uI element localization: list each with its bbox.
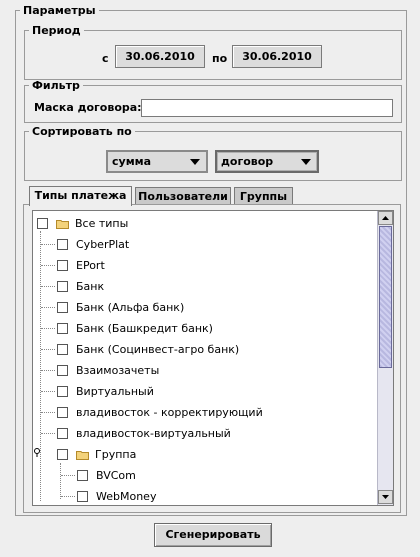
tree-connector (41, 265, 55, 266)
tree-item-label: BVCom (96, 469, 136, 482)
tree-connector (41, 244, 55, 245)
tree-scrollbar[interactable] (377, 211, 393, 505)
tree-child-item[interactable]: BVCom (77, 465, 136, 486)
tab-payment-types[interactable]: Типы платежа (29, 186, 132, 206)
checkbox-icon[interactable] (57, 386, 68, 397)
tree-item[interactable]: CyberPlat (57, 234, 129, 255)
checkbox-icon[interactable] (57, 302, 68, 313)
tree-connector (41, 412, 55, 413)
contract-mask-input[interactable] (141, 99, 393, 117)
tree-item[interactable]: Банк (Башкредит банк) (57, 318, 213, 339)
tree-connector (41, 286, 55, 287)
checkbox-icon[interactable] (57, 344, 68, 355)
checkbox-icon[interactable] (57, 365, 68, 376)
tree-item-label: Банк (Социнвест-агро банк) (76, 343, 240, 356)
sort-second-select[interactable]: договор (215, 150, 319, 173)
sort-first-select[interactable]: сумма (106, 150, 208, 173)
tree-connector (61, 496, 75, 497)
tree-root-label: Все типы (75, 217, 129, 230)
to-label: по (212, 52, 228, 65)
tree-item-label: Банк (Альфа банк) (76, 301, 185, 314)
sort-legend: Сортировать по (32, 125, 132, 138)
chevron-down-icon (190, 159, 200, 165)
tree-item[interactable]: Банк (57, 276, 104, 297)
tree-item[interactable]: Банк (Альфа банк) (57, 297, 184, 318)
sort-second-value: договор (221, 155, 274, 168)
tree-child-item[interactable]: WebMoney (77, 486, 157, 505)
tree-item-label: Взаимозачеты (76, 364, 160, 377)
scroll-down-button[interactable] (378, 490, 393, 504)
tree-item-label: Банк (76, 280, 105, 293)
sort-group: Сортировать по (24, 125, 402, 181)
tab-groups[interactable]: Группы (234, 187, 293, 205)
checkbox-icon[interactable] (77, 491, 88, 502)
tree-connector (41, 433, 55, 434)
tree-item-label: Виртуальный (76, 385, 154, 398)
tree-item-label: владивосток - корректирующий (76, 406, 263, 419)
tree-root-row[interactable]: Все типы (37, 213, 128, 234)
tree-group-label: Группа (95, 448, 137, 461)
tree-item[interactable]: Банк (Социнвест-агро банк) (57, 339, 239, 360)
tree-connector (60, 463, 61, 499)
tree-connector (41, 307, 55, 308)
payment-types-tree[interactable]: Все типы CyberPlat EPort Банк Банк (Альф… (32, 210, 394, 506)
tree-item[interactable]: владивосток-виртуальный (57, 423, 231, 444)
folder-icon (56, 219, 69, 229)
tree-item-label: WebMoney (96, 490, 157, 503)
sort-first-value: сумма (112, 155, 152, 168)
params-legend: Параметры (23, 4, 96, 17)
tree-group-row[interactable]: Группа (57, 444, 136, 465)
tree-connector (41, 370, 55, 371)
chevron-down-icon (301, 159, 311, 165)
from-label: с (102, 52, 109, 65)
checkbox-icon[interactable] (37, 218, 48, 229)
tree-connector (41, 328, 55, 329)
arrow-down-icon (382, 495, 389, 499)
tree-item-label: CyberPlat (76, 238, 130, 251)
from-date-field[interactable]: 30.06.2010 (115, 45, 205, 68)
tree-connector (41, 391, 55, 392)
filter-legend: Фильтр (32, 79, 80, 92)
tree-item-label: владивосток-виртуальный (76, 427, 231, 440)
tree-item[interactable]: Взаимозачеты (57, 360, 159, 381)
checkbox-icon[interactable] (57, 323, 68, 334)
folder-icon (76, 450, 89, 460)
generate-button[interactable]: Сгенерировать (154, 523, 272, 547)
expand-toggle-icon[interactable] (33, 448, 41, 457)
checkbox-icon[interactable] (77, 470, 88, 481)
checkbox-icon[interactable] (57, 239, 68, 250)
scroll-thumb[interactable] (379, 226, 392, 368)
tree-item[interactable]: EPort (57, 255, 105, 276)
tab-users[interactable]: Пользователи (135, 187, 231, 205)
tree-item[interactable]: владивосток - корректирующий (57, 402, 263, 423)
arrow-up-icon (382, 216, 389, 220)
checkbox-icon[interactable] (57, 449, 68, 460)
tree-item-label: EPort (76, 259, 105, 272)
checkbox-icon[interactable] (57, 260, 68, 271)
to-date-field[interactable]: 30.06.2010 (232, 45, 322, 68)
checkbox-icon[interactable] (57, 407, 68, 418)
report-params-panel: Параметры Период с 30.06.2010 по 30.06.2… (0, 0, 420, 557)
tree-connector (61, 475, 75, 476)
tree-item-label: Банк (Башкредит банк) (76, 322, 213, 335)
tree-connector (41, 349, 55, 350)
scroll-up-button[interactable] (378, 211, 393, 225)
tree-item[interactable]: Виртуальный (57, 381, 154, 402)
checkbox-icon[interactable] (57, 428, 68, 439)
period-legend: Период (32, 24, 81, 37)
checkbox-icon[interactable] (57, 281, 68, 292)
tree-connector (40, 231, 41, 501)
mask-label: Маска договора: (34, 101, 142, 114)
